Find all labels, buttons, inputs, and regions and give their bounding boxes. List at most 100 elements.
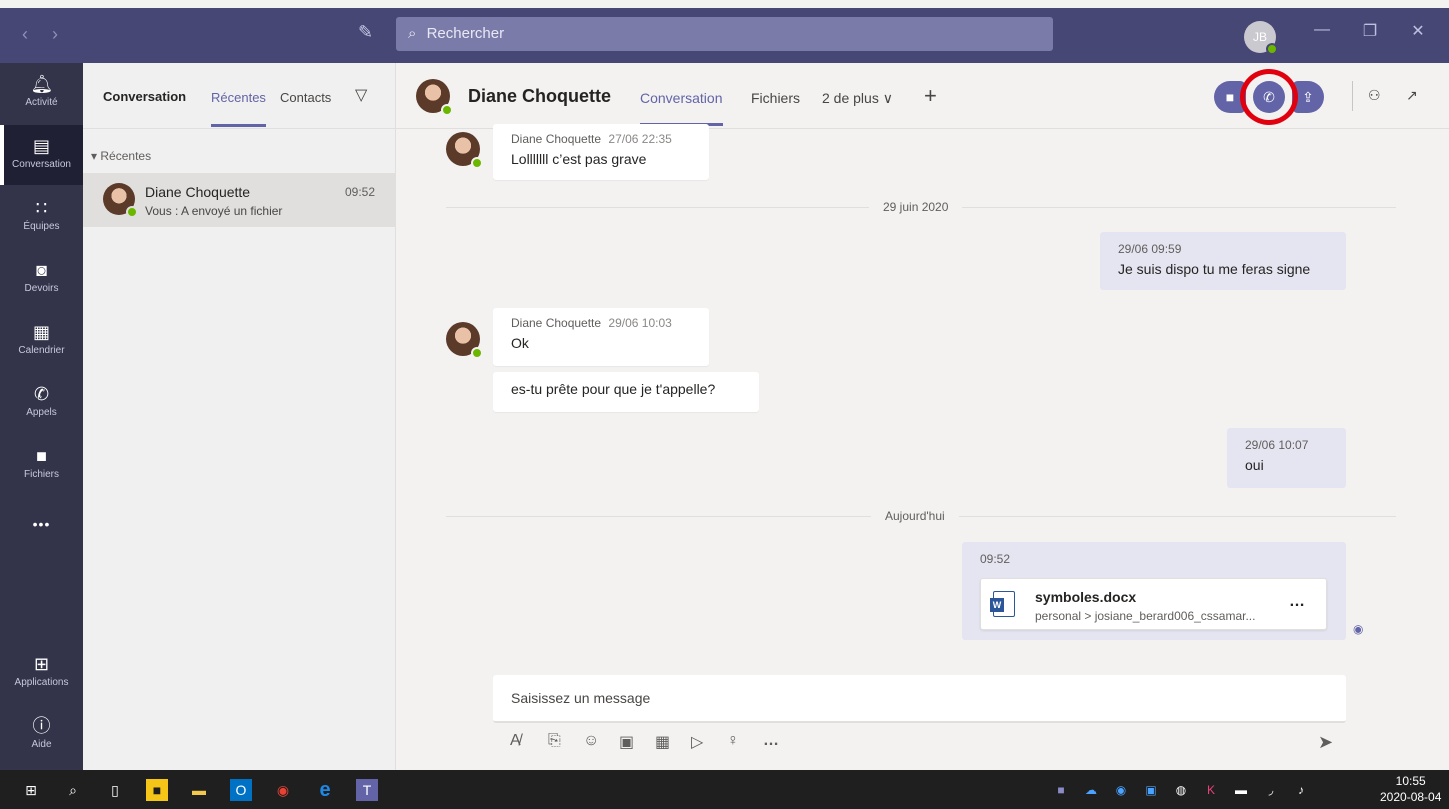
chat-list-title: Conversation	[103, 89, 187, 104]
chevron-down-icon: ∨	[882, 90, 893, 106]
compose-box[interactable]	[493, 675, 1346, 723]
search-placeholder: Rechercher	[426, 25, 505, 42]
rail-item-conversation[interactable]: ▤ Conversation	[0, 125, 83, 185]
battery-icon[interactable]: ▬	[1232, 781, 1250, 799]
message-timestamp: 29/06 09:59	[1118, 242, 1182, 256]
send-icon[interactable]: ➤	[1318, 732, 1333, 753]
teams-tray-icon[interactable]: ■	[1052, 781, 1070, 799]
tab-contacts[interactable]: Contacts	[280, 90, 331, 105]
header-divider	[1352, 81, 1353, 111]
message-text: Je suis dispo tu me feras signe	[1118, 261, 1311, 277]
windows-start-icon[interactable]: ⊞	[20, 779, 42, 801]
rail-label: Devoirs	[24, 283, 59, 294]
date-divider-label: 29 juin 2020	[869, 200, 963, 214]
chat-list-item[interactable]: Diane Choquette Vous : A envoyé un fichi…	[83, 173, 395, 227]
message-input[interactable]	[493, 675, 1346, 721]
app-tray-icon[interactable]: ◉	[1112, 781, 1130, 799]
network-icon[interactable]: ◍	[1172, 781, 1190, 799]
rail-label: Activité	[25, 97, 58, 108]
chat-preview: Vous : A envoyé un fichier	[145, 204, 283, 218]
rail-item-apps[interactable]: ⊞ Applications	[0, 643, 83, 703]
app-tray-icon[interactable]: ▣	[1142, 781, 1160, 799]
forward-icon[interactable]: ›	[52, 24, 58, 45]
back-icon[interactable]: ‹	[22, 24, 28, 45]
rail-label: Appels	[26, 407, 57, 418]
recent-group-header[interactable]: ▾ Récentes	[91, 149, 151, 163]
message-outgoing[interactable]: 29/06 10:07 oui	[1227, 428, 1346, 488]
rail-item-calls[interactable]: ✆ Appels	[0, 373, 83, 433]
minimize-icon[interactable]: —	[1310, 21, 1334, 39]
search-icon: ⌕	[408, 25, 417, 42]
tab-files[interactable]: Fichiers	[751, 90, 800, 106]
message-text: Ok	[511, 335, 529, 351]
system-clock[interactable]: 10:55 2020-08-04	[1380, 773, 1441, 805]
rail-item-teams[interactable]: ∷ Équipes	[0, 187, 83, 247]
rail-label: Aide	[31, 739, 52, 750]
message-incoming[interactable]: Diane Choquette 27/06 22:35 Lolllllll c’…	[493, 124, 709, 180]
sticker-icon[interactable]: ▣	[619, 732, 634, 752]
chat-name: Diane Choquette	[145, 184, 251, 200]
volume-icon[interactable]: ♪	[1292, 781, 1310, 799]
sticky-notes-icon[interactable]: ■	[146, 779, 168, 801]
clock-date: 2020-08-04	[1380, 790, 1442, 804]
file-explorer-icon[interactable]: ▬	[188, 779, 210, 801]
video-camera-icon: ■	[1225, 89, 1235, 105]
wifi-icon[interactable]: ◞	[1262, 781, 1280, 799]
help-icon: ⓘ	[32, 716, 51, 736]
presence-available-icon	[471, 347, 483, 359]
task-view-icon[interactable]: ▯	[104, 779, 126, 801]
presence-available-icon	[1266, 43, 1278, 55]
tab-conversation[interactable]: Conversation	[640, 90, 723, 126]
phone-icon: ✆	[33, 384, 50, 404]
search-icon[interactable]: ⌕	[62, 779, 84, 801]
add-people-icon[interactable]: ⚇	[1368, 87, 1381, 104]
new-chat-icon[interactable]: ✎	[358, 22, 380, 44]
message-incoming[interactable]: Diane Choquette 29/06 10:03 Ok	[493, 308, 709, 366]
schedule-meeting-icon[interactable]: ▦	[655, 732, 670, 752]
contact-name: Diane Choquette	[468, 86, 612, 106]
pop-out-icon[interactable]: ↗	[1406, 87, 1418, 104]
rail-label: Équipes	[23, 221, 60, 232]
teams-app-icon[interactable]: T	[356, 779, 378, 801]
praise-icon[interactable]: ♀	[727, 732, 739, 750]
rail-item-activity[interactable]: 🔔︎ Activité	[0, 63, 83, 123]
search-bar[interactable]: ⌕ Rechercher	[396, 17, 1053, 51]
add-tab-icon[interactable]: +	[924, 83, 937, 109]
more-options-icon[interactable]: …	[1289, 593, 1306, 611]
emoji-icon[interactable]: ☺	[583, 732, 599, 750]
teams-icon: ∷	[35, 198, 48, 218]
stream-icon[interactable]: ▷	[691, 732, 703, 752]
close-icon[interactable]: ✕	[1406, 21, 1430, 41]
presence-available-icon	[471, 157, 483, 169]
group-label: Récentes	[100, 149, 152, 163]
more-options-icon[interactable]: …	[763, 732, 779, 750]
file-attachment-card[interactable]: symboles.docx personal > josiane_berard0…	[980, 578, 1327, 630]
rail-item-help[interactable]: ⓘ Aide	[0, 705, 83, 765]
message-outgoing[interactable]: 29/06 09:59 Je suis dispo tu me feras si…	[1100, 232, 1346, 290]
contact-avatar[interactable]	[416, 79, 453, 116]
rail-item-files[interactable]: ■ Fichiers	[0, 435, 83, 495]
sender-avatar	[446, 132, 483, 169]
tab-recent[interactable]: Récentes	[211, 90, 266, 127]
filter-icon[interactable]: ▽	[355, 85, 367, 105]
message-incoming[interactable]: es-tu prête pour que je t'appelle?	[493, 372, 759, 412]
security-icon[interactable]: K	[1202, 781, 1220, 799]
edge-icon[interactable]: e	[314, 779, 336, 801]
share-screen-icon: ⇪	[1302, 89, 1314, 105]
maximize-icon[interactable]: ❐	[1358, 21, 1382, 41]
format-icon[interactable]: A̸	[510, 732, 521, 750]
message-text: es-tu prête pour que je t'appelle?	[511, 381, 716, 397]
user-avatar[interactable]: JB	[1244, 21, 1278, 55]
chrome-icon[interactable]: ◉	[272, 779, 294, 801]
tab-more[interactable]: 2 de plus ∨	[822, 90, 893, 107]
attach-icon[interactable]: ⎘	[548, 732, 561, 750]
rail-more-button[interactable]: •••	[0, 503, 83, 553]
onedrive-icon[interactable]: ☁	[1082, 781, 1100, 799]
message-timestamp: 09:52	[980, 552, 1011, 566]
word-document-icon	[990, 591, 1015, 617]
message-outgoing-file[interactable]: 09:52 symboles.docx personal > josiane_b…	[962, 542, 1346, 640]
collapse-caret-icon: ▾	[91, 149, 98, 163]
rail-item-assignments[interactable]: ◙ Devoirs	[0, 249, 83, 309]
outlook-icon[interactable]: O	[230, 779, 252, 801]
rail-item-calendar[interactable]: ▦ Calendrier	[0, 311, 83, 371]
